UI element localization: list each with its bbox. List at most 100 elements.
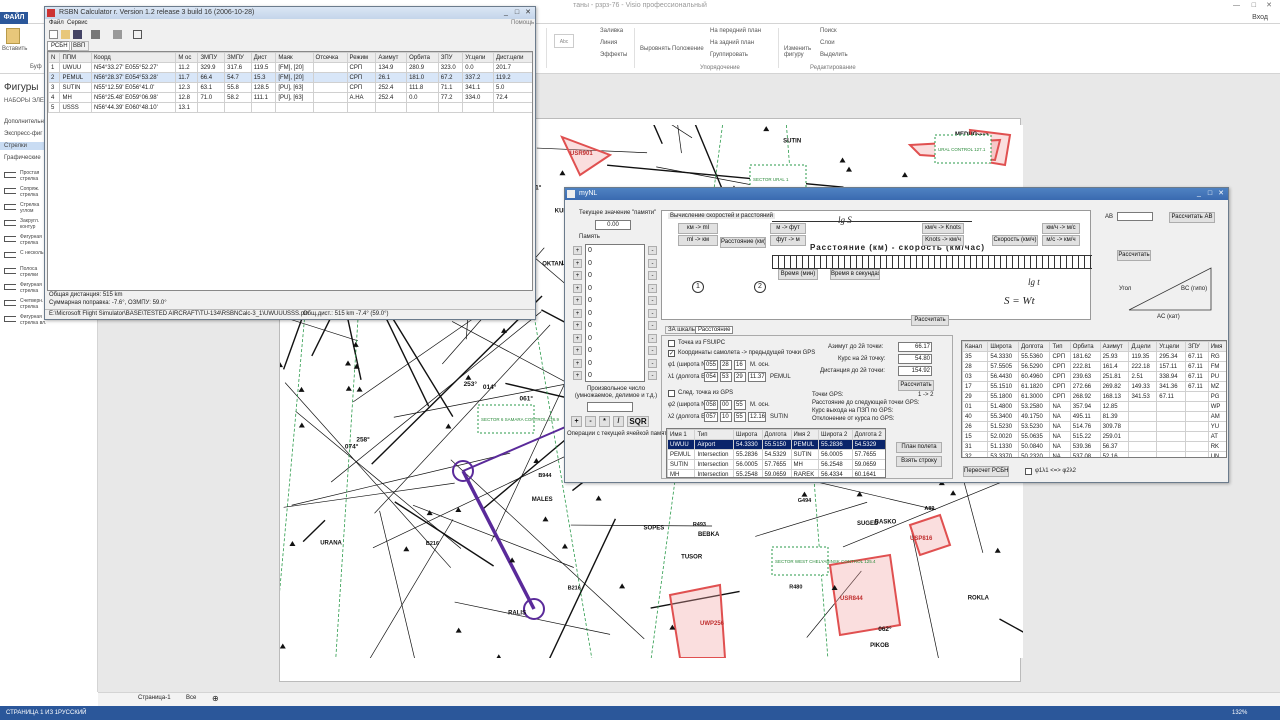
lambda1-min[interactable]: 53 — [720, 372, 732, 382]
export-icon[interactable] — [133, 30, 142, 39]
column-header[interactable]: Уг.цели — [1156, 341, 1187, 352]
add-page-icon[interactable]: ⊕ — [212, 694, 219, 703]
calculate-ab-button[interactable]: Рассчитать AB — [1169, 212, 1215, 223]
phi1-min[interactable]: 28 — [720, 360, 732, 370]
send-back-button[interactable]: На задний план — [710, 40, 754, 46]
op-button[interactable]: + — [571, 416, 582, 427]
column-header[interactable]: Широта — [732, 429, 763, 440]
memory-recall-button[interactable]: - — [648, 283, 657, 293]
lambda1-sec[interactable]: 29 — [734, 372, 746, 382]
op-button[interactable]: SQR — [627, 416, 649, 427]
minimize-icon[interactable]: _ — [501, 8, 511, 17]
take-row-button[interactable]: Взять строку — [896, 456, 942, 467]
memory-store-button[interactable]: + — [573, 333, 582, 343]
column-header[interactable]: Дист.цели — [493, 52, 532, 63]
table-row[interactable]: PEMUL Intersection 55.2836 54.5329 SUTIN 56.0… — [667, 449, 885, 460]
phi1-deg[interactable]: 055 — [704, 360, 718, 370]
column-header[interactable]: Отсечка — [312, 52, 348, 63]
lambda2-sec[interactable]: 55 — [734, 412, 746, 422]
tools-icon[interactable] — [91, 30, 100, 39]
close-icon[interactable]: ✕ — [1216, 189, 1226, 198]
tab-vvp[interactable]: ВВП — [69, 41, 90, 51]
phi1-sec[interactable]: 16 — [734, 360, 746, 370]
memory-store-button[interactable]: + — [573, 271, 582, 280]
stencil-item[interactable]: Экспресс-фиг — [4, 130, 42, 138]
column-header[interactable]: ЗМПУ — [197, 52, 226, 63]
recalc-rsbn-button[interactable]: Пересчет РСБН — [963, 466, 1009, 477]
calculate-triangle-button[interactable]: Рассчитать — [1117, 250, 1151, 261]
phi-link-checkbox[interactable] — [1025, 468, 1032, 475]
memory-cell[interactable]: 0 — [588, 285, 592, 292]
fix-marker[interactable] — [839, 157, 846, 163]
coords-checkbox[interactable]: ✓ — [668, 350, 675, 357]
layers-button[interactable]: Слои — [820, 40, 835, 46]
knots-to-kmh-button[interactable]: Knots -> км/ч — [922, 235, 964, 246]
table-row[interactable]: 31 51.1330 50.0840 NA 539.36 56.37 RK — [962, 441, 1226, 452]
memory-cell[interactable]: 0 — [588, 260, 592, 267]
column-header[interactable]: Долгота — [761, 429, 792, 440]
memory-cell[interactable]: 0 — [588, 272, 592, 279]
memory-recall-button[interactable]: - — [648, 296, 657, 305]
memory-recall-button[interactable]: - — [648, 321, 657, 330]
minimize-icon[interactable]: _ — [1194, 189, 1204, 198]
calculate-speed-button[interactable]: Рассчитать — [911, 315, 949, 326]
tab-scale[interactable]: ЗА шкалы — [665, 326, 700, 334]
effects-button[interactable]: Эффекты — [600, 52, 627, 58]
zoom-level[interactable]: 132% — [1232, 706, 1247, 720]
memory-store-button[interactable]: + — [573, 371, 582, 380]
table-row[interactable]: 5 USSS N56°44.39' E060°48.10' 13.1 — [48, 102, 532, 113]
fix-marker[interactable] — [763, 126, 770, 132]
phi2-sec[interactable]: 55 — [734, 400, 746, 410]
bring-front-button[interactable]: На передний план — [710, 28, 761, 34]
new-icon[interactable] — [49, 30, 58, 39]
op-button[interactable]: / — [613, 416, 624, 427]
style-thumb[interactable]: Abc — [554, 34, 574, 48]
column-header[interactable]: Долгота 2 — [851, 429, 885, 440]
memory-store-button[interactable]: + — [573, 283, 582, 293]
user-login[interactable]: Вход — [1252, 13, 1268, 23]
fix-marker[interactable] — [289, 541, 296, 547]
column-header[interactable]: Коорд — [90, 52, 177, 63]
fix-marker[interactable] — [356, 386, 363, 392]
stencil-item[interactable]: Дополнительн — [4, 118, 44, 126]
lambda2-extra[interactable]: 12.16 — [748, 412, 766, 422]
table-row[interactable]: 1 UWUU N54°33.27' E055°52.27' 11.2 329.9 317.… — [48, 62, 532, 73]
table-row[interactable]: UWUU Airport 54.3330 55.5150 PEMUL 55.2836 54.… — [667, 439, 885, 450]
close-icon[interactable]: ✕ — [523, 8, 533, 17]
save-icon[interactable] — [73, 30, 82, 39]
fsuipc-checkbox[interactable] — [668, 340, 675, 347]
fix-marker[interactable] — [801, 491, 808, 497]
fix-marker[interactable] — [595, 495, 602, 501]
table-row[interactable]: 4 MH N56°25.48' E059°06.98' 12.8 71.0 58.2 111… — [48, 92, 532, 103]
column-header[interactable]: Тип — [1049, 341, 1071, 352]
memory-store-button[interactable]: + — [573, 246, 582, 255]
op-button[interactable]: * — [599, 416, 610, 427]
paste-button[interactable]: Вставить — [2, 46, 27, 52]
ml-to-km-button[interactable]: ml -> км — [678, 235, 718, 246]
column-header[interactable]: Уг.цели — [462, 52, 494, 63]
phi2-min[interactable]: 00 — [720, 400, 732, 410]
column-header[interactable]: Долгота — [1018, 341, 1051, 352]
open-icon[interactable] — [61, 30, 70, 39]
column-header[interactable]: ЗМПУ — [224, 52, 252, 63]
tab-file[interactable]: ФАЙЛ — [0, 12, 28, 24]
menu-help[interactable]: Помощь — [511, 20, 534, 26]
fix-marker[interactable] — [403, 546, 410, 552]
table-row[interactable]: 17 55.1510 61.1820 СРП 272.66 269.82 149.33 341… — [962, 381, 1226, 392]
table-row[interactable]: 03 56.4430 60.4960 СРП 239.63 251.81 2.51 338.9… — [962, 371, 1226, 382]
table-row[interactable]: SUTIN Intersection 56.0005 57.7655 MH 56.2548… — [667, 459, 885, 470]
fix-marker[interactable] — [280, 643, 286, 649]
table-row[interactable]: 28 57.5505 56.5290 СРП 222.81 161.4 222.18 157.… — [962, 361, 1226, 372]
memory-store-button[interactable]: + — [573, 358, 582, 368]
m-to-ft-button[interactable]: м -> фут — [770, 223, 806, 234]
stencil-item[interactable]: Графические — [4, 154, 41, 162]
table-row[interactable]: 01 51.4800 53.2580 NA 357.94 12.85 WP — [962, 401, 1226, 412]
fix-marker[interactable] — [619, 583, 626, 589]
phi2-deg[interactable]: 058 — [704, 400, 718, 410]
column-header[interactable]: Имя 1 — [667, 429, 696, 440]
memory-cell[interactable]: 0 — [588, 335, 592, 342]
km-to-ml-button[interactable]: км -> ml — [678, 223, 718, 234]
tab-rsbn[interactable]: РСБН — [47, 41, 72, 51]
column-header[interactable]: М ос — [175, 52, 199, 63]
memory-cell[interactable]: 0 — [588, 347, 592, 354]
